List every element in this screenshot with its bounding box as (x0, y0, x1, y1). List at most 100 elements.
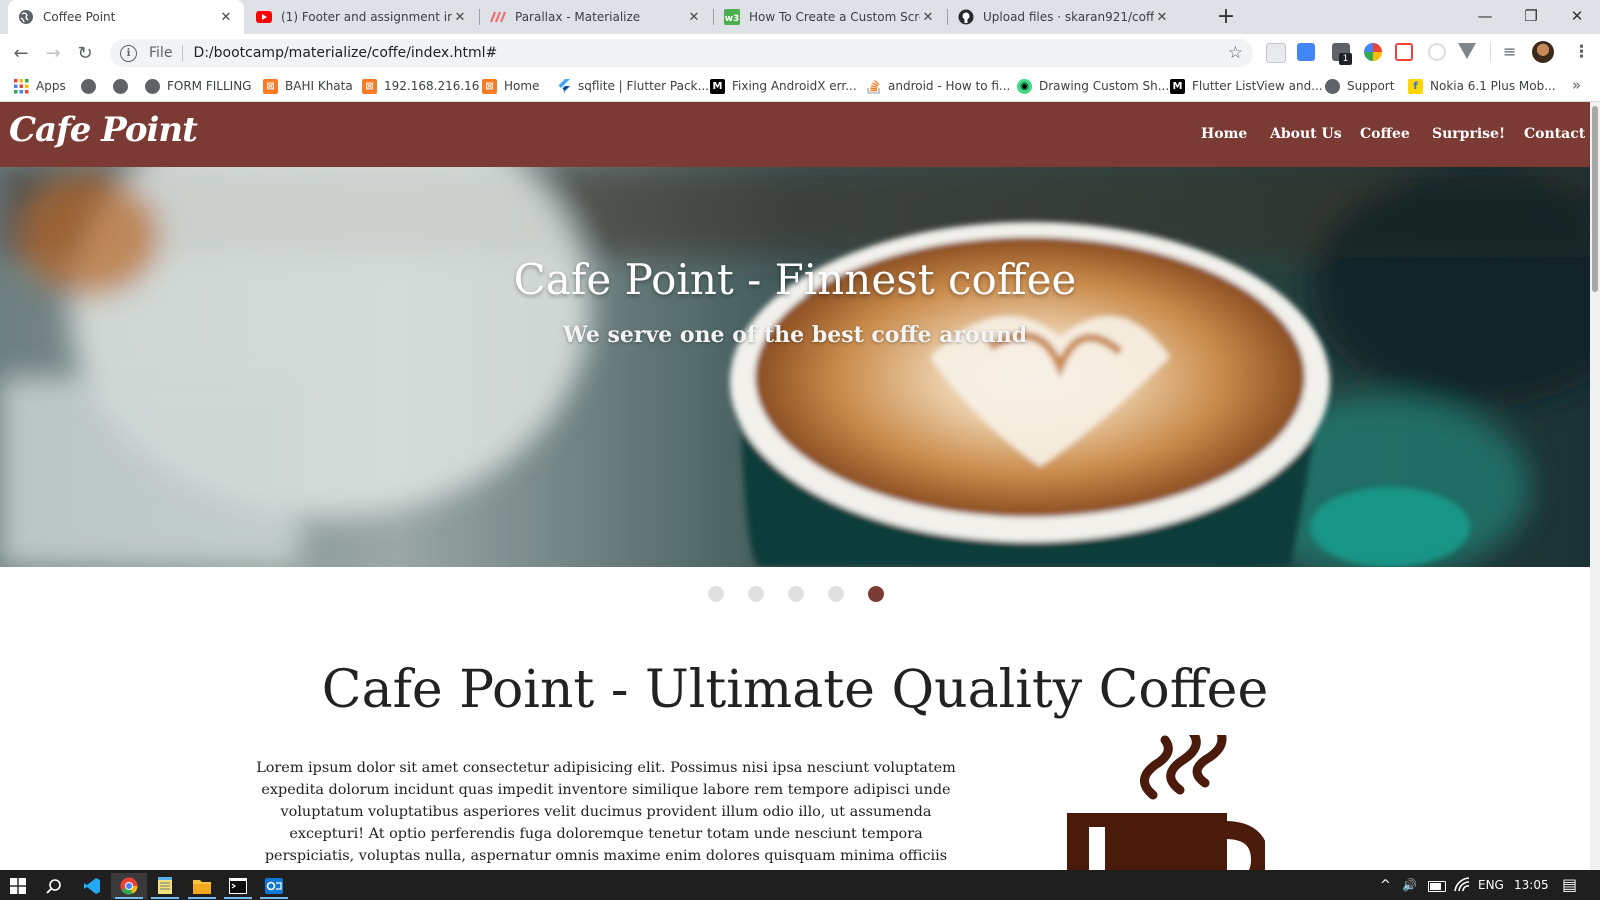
tab-coffee-point[interactable]: Coffee Point ✕ (8, 0, 244, 34)
tab-title: Upload files · skaran921/coffee_point (983, 10, 1154, 24)
new-tab-button[interactable]: + (1213, 4, 1239, 29)
bookmark-globe-1[interactable] (81, 75, 103, 97)
tab-close-icon[interactable]: ✕ (1154, 10, 1170, 25)
tab-close-icon[interactable]: ✕ (686, 10, 702, 25)
bookmark-nokia[interactable]: f Nokia 6.1 Plus Mob... (1408, 75, 1556, 97)
youtube-icon (256, 9, 272, 25)
bookmark-label: FORM FILLING (167, 79, 252, 93)
bookmarks-overflow-button[interactable]: » (1572, 76, 1581, 94)
bookmark-label: sqflite | Flutter Pack... (578, 79, 709, 93)
forward-button[interactable]: → (41, 41, 65, 65)
brand-logo[interactable]: Cafe Point (9, 110, 198, 150)
section-title: Cafe Point - Ultimate Quality Coffee (321, 660, 1269, 720)
outlook-icon[interactable] (256, 873, 292, 899)
bookmark-label: Apps (36, 79, 66, 93)
site-info-icon[interactable]: i (120, 44, 137, 62)
clock[interactable]: 13:05 (1514, 878, 1549, 892)
reload-button[interactable]: ↻ (73, 41, 97, 65)
globe-icon (18, 9, 34, 25)
apps-grid-icon (14, 78, 29, 94)
restore-button[interactable]: ❐ (1508, 0, 1554, 32)
bookmark-flutter-listview[interactable]: M Flutter ListView and... (1170, 75, 1323, 97)
bookmark-support[interactable]: Support (1325, 75, 1394, 97)
tab-close-icon[interactable]: ✕ (452, 10, 468, 25)
bookmark-label: android - How to fi... (888, 79, 1011, 93)
windows-start-icon[interactable] (0, 873, 36, 899)
bookmark-fixing-androidx[interactable]: M Fixing AndroidX err... (710, 75, 857, 97)
bookmark-stackoverflow[interactable]: android - How to fi... (866, 75, 1010, 97)
profile-avatar[interactable] (1532, 41, 1554, 63)
google-translate-icon[interactable] (1297, 43, 1315, 61)
bookmark-globe-2[interactable] (113, 75, 135, 97)
bookmark-apps[interactable]: Apps (14, 75, 66, 97)
tab-close-icon[interactable]: ✕ (218, 10, 234, 25)
notification-center-icon[interactable]: ▤ (1562, 875, 1577, 894)
tab-title: (1) Footer and assignment in materialize (281, 10, 452, 24)
xampp-icon: ⊠ (482, 78, 497, 94)
materialize-icon (490, 9, 506, 25)
tab-title: Coffee Point (43, 10, 116, 24)
vue-devtools-icon[interactable] (1458, 43, 1476, 59)
tab-github[interactable]: Upload files · skaran921/coffee_point ✕ (948, 0, 1180, 34)
tab-youtube[interactable]: (1) Footer and assignment in materialize… (246, 0, 478, 34)
slider-dot-4[interactable] (828, 586, 844, 602)
notepad-icon[interactable] (147, 873, 183, 899)
slider-dot-3[interactable] (788, 586, 804, 602)
volume-icon[interactable]: 🔊 (1402, 878, 1417, 892)
bookmark-ip[interactable]: ⊠ 192.168.216.16 (362, 75, 479, 97)
address-url[interactable]: D:/bootcamp/materialize/coffe/index.html… (193, 45, 497, 61)
bookmark-label: Nokia 6.1 Plus Mob... (1430, 79, 1556, 93)
hero-subtitle: We serve one of the best coffe around (562, 322, 1028, 348)
minimize-button[interactable]: — (1462, 0, 1508, 32)
media-control-icon[interactable]: ≡ (1503, 42, 1516, 61)
color-picker-icon[interactable] (1364, 43, 1382, 61)
bookmark-drawing-custom[interactable]: ◉ Drawing Custom Sh... (1017, 75, 1169, 97)
bookmark-label: Support (1347, 79, 1395, 93)
tab-w3schools[interactable]: w3 How To Create a Custom Scrollbar ✕ (714, 0, 946, 34)
screenshot-icon[interactable] (1395, 43, 1413, 61)
bookmark-sqflite[interactable]: sqflite | Flutter Pack... (556, 75, 709, 97)
slider-dot-5-active[interactable] (868, 586, 884, 602)
tray-expand-icon[interactable]: ^ (1380, 878, 1391, 893)
medium-icon: M (1170, 78, 1185, 94)
address-bar[interactable]: i File D:/bootcamp/materialize/coffe/ind… (110, 39, 1253, 67)
bookmark-bahi-khata[interactable]: ⊠ BAHI Khata (263, 75, 353, 97)
chrome-icon[interactable] (111, 873, 147, 899)
globe-icon (113, 78, 128, 94)
hero-slider-image[interactable] (0, 167, 1590, 567)
slider-dot-1[interactable] (708, 586, 724, 602)
search-icon[interactable] (36, 873, 72, 899)
tab-close-icon[interactable]: ✕ (920, 10, 936, 25)
battery-icon[interactable] (1428, 881, 1446, 892)
file-explorer-icon[interactable] (184, 873, 220, 899)
browser-menu-icon[interactable]: ⋮ (1573, 42, 1590, 62)
bookmark-star-icon[interactable]: ☆ (1228, 43, 1243, 63)
slider-dot-2[interactable] (748, 586, 764, 602)
nav-contact[interactable]: Contact (1524, 126, 1585, 142)
nav-coffee[interactable]: Coffee (1360, 126, 1410, 142)
site-navbar (0, 102, 1590, 167)
extension-blank-icon[interactable] (1266, 43, 1286, 63)
back-button[interactable]: ← (9, 41, 33, 65)
terminal-icon[interactable] (220, 873, 256, 899)
nav-surprise[interactable]: Surprise! (1432, 126, 1505, 142)
tab-parallax[interactable]: Parallax - Materialize ✕ (480, 0, 712, 34)
bookmark-home[interactable]: ⊠ Home (482, 75, 539, 97)
w3schools-icon: w3 (724, 9, 740, 25)
loading-extension-icon[interactable] (1428, 43, 1446, 61)
hero-title: Cafe Point - Finnest coffee (513, 255, 1077, 304)
vscode-icon[interactable] (74, 873, 110, 899)
language-indicator[interactable]: ENG (1478, 878, 1504, 892)
globe-icon (1325, 78, 1340, 94)
wifi-icon[interactable] (1454, 877, 1470, 897)
bookmark-label: Home (504, 79, 540, 93)
nav-home[interactable]: Home (1201, 126, 1247, 142)
bookmark-label: Fixing AndroidX err... (732, 79, 857, 93)
close-window-button[interactable]: ✕ (1554, 0, 1600, 32)
bookmark-form-filling[interactable]: FORM FILLING (145, 75, 251, 97)
toolbar-divider (1490, 42, 1491, 62)
page-scrollbar-thumb[interactable] (1592, 106, 1598, 292)
nav-about-us[interactable]: About Us (1270, 126, 1342, 142)
bookmark-label: 192.168.216.16 (384, 79, 480, 93)
medium-icon: M (710, 78, 725, 94)
